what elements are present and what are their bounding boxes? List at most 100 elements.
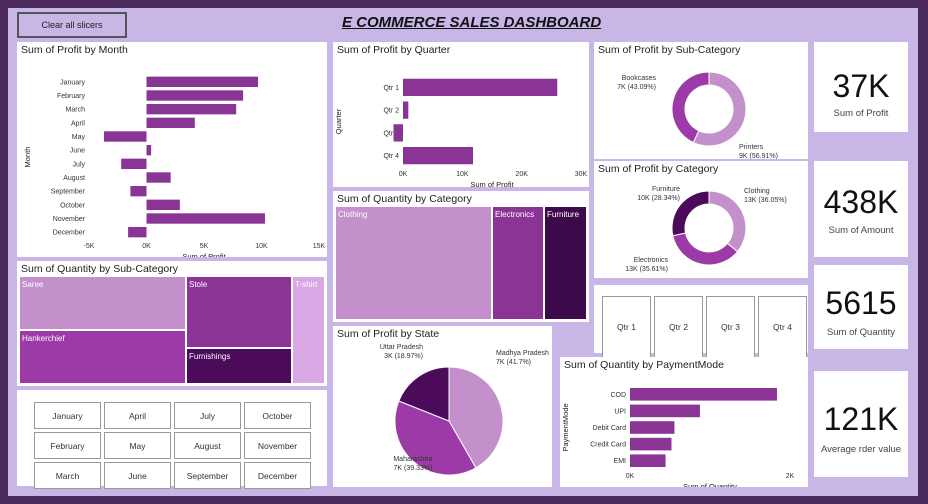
quantity-by-paymentmode-chart[interactable]: 0K 2K COD UPI Debit Card Credit Card EMI Sum of… [560, 372, 808, 487]
kpi-aov-label: Average rder value [820, 444, 902, 455]
profit-by-quarter-chart[interactable]: 0K 10K 20K 30KQtr 1Qtr 2Qtr 3Qtr 4Sum of Pr… [333, 57, 589, 187]
profit-by-state-title: Sum of Profit by State [337, 328, 440, 340]
slicer-option-february[interactable]: February [34, 432, 101, 459]
bar[interactable] [403, 146, 474, 165]
profit-by-quarter-panel: Sum of Profit by Quarter 0K 10K 20K 30K Qtr … [333, 42, 589, 187]
category-label: June [70, 148, 85, 155]
profit-by-quarter-title: Sum of Profit by Quarter [337, 44, 451, 56]
bar[interactable] [403, 101, 409, 119]
bar[interactable] [146, 90, 244, 101]
bar[interactable] [630, 437, 672, 451]
slice-value-label: 7K (43.09%) [617, 84, 656, 91]
treemap-cell-tshirt[interactable]: T-shirt [292, 276, 325, 384]
slicer-option-april[interactable]: April [104, 402, 171, 429]
slicer-option-qtr-3[interactable]: Qtr 3 [706, 296, 755, 358]
bar[interactable] [128, 226, 147, 238]
x-axis-title: Sum of Profit [470, 180, 514, 187]
y-axis-title: Month [23, 147, 32, 168]
profit-by-subcategory-chart[interactable]: Bookcases 7K (43.09%) Printers 9K (56.91%) [594, 57, 808, 159]
slicer-option-january[interactable]: January [34, 402, 101, 429]
slicer-option-september[interactable]: September [174, 462, 241, 489]
pie-slice[interactable] [708, 190, 747, 253]
x-tick-label: 10K [255, 243, 268, 250]
slicer-option-may[interactable]: May [104, 432, 171, 459]
bar[interactable] [121, 158, 147, 170]
slice-category-label: Uttar Pradesh [380, 344, 423, 351]
slicer-option-march[interactable]: March [34, 462, 101, 489]
category-label: EMI [614, 458, 627, 465]
slicer-option-qtr-2[interactable]: Qtr 2 [654, 296, 703, 358]
treemap-cell-stole[interactable]: Stole [186, 276, 292, 348]
kpi-profit-value: 37K [832, 68, 890, 104]
profit-by-subcategory-panel: Sum of Profit by Sub-Category Bookcases 7… [594, 42, 808, 159]
category-label: October [60, 202, 86, 209]
profit-by-month-chart[interactable]: -5K 0K 5K 10K 15K January February March April Ma… [17, 57, 327, 257]
profit-by-category-chart[interactable]: Clothing 13K (36.05%) Electronics 13K (35.6… [594, 176, 808, 278]
bar[interactable] [630, 454, 666, 468]
kpi-amount-value: 438K [823, 184, 899, 220]
bar[interactable] [146, 172, 171, 183]
kpi-quantity-value: 5615 [825, 285, 897, 321]
slicer-option-november[interactable]: November [244, 432, 311, 459]
x-tick-label: 5K [200, 243, 209, 250]
bar[interactable] [630, 387, 777, 401]
slicer-option-december[interactable]: December [244, 462, 311, 489]
treemap-cell-furniture[interactable]: Furniture [544, 206, 587, 320]
bar[interactable] [146, 117, 195, 129]
quantity-by-category-panel: Sum of Quantity by Category Clothing Ele… [333, 191, 589, 322]
x-tick-label: 15K [313, 243, 326, 250]
treemap-cell-hankerchief[interactable]: Hankerchief [19, 330, 186, 384]
treemap-cell-clothing[interactable]: Clothing [335, 206, 492, 320]
x-tick-label: 30K [575, 171, 588, 178]
x-tick-label: 20K [515, 171, 528, 178]
slicer-option-october[interactable]: October [244, 402, 311, 429]
category-label: UPI [614, 408, 626, 415]
kpi-amount-card: 438K Sum of Amount [814, 161, 908, 257]
category-label: January [60, 79, 85, 86]
bar[interactable] [146, 213, 265, 224]
bar[interactable] [630, 404, 700, 418]
clear-slicers-button[interactable]: Clear all slicers [17, 12, 127, 38]
kpi-profit-card: 37K Sum of Profit [814, 42, 908, 132]
profit-by-state-chart[interactable]: Madhya Pradesh 7K (41.7%) Maharashtra 7K (3… [333, 341, 552, 487]
category-label: Debit Card [593, 425, 627, 432]
bar[interactable] [103, 131, 147, 142]
kpi-quantity-card: 5615 Sum of Quantity [814, 265, 908, 349]
category-label: August [63, 175, 85, 182]
category-label: Credit Card [590, 442, 626, 449]
slicer-option-august[interactable]: August [174, 432, 241, 459]
bar[interactable] [146, 144, 152, 156]
bar[interactable] [630, 421, 675, 434]
bar[interactable] [393, 124, 403, 142]
treemap-cell-electronics[interactable]: Electronics [492, 206, 544, 320]
treemap-cell-saree[interactable]: Saree [19, 276, 186, 330]
treemap-cell-furnishings[interactable]: Furnishings [186, 348, 292, 384]
category-label: April [71, 120, 85, 127]
bar[interactable] [146, 199, 180, 211]
slicer-option-qtr-4[interactable]: Qtr 4 [758, 296, 807, 358]
slice-value-label: 13K (36.05%) [744, 197, 787, 204]
profit-by-category-title: Sum of Profit by Category [598, 163, 719, 175]
category-label: Qtr 1 [383, 85, 399, 92]
bar[interactable] [146, 76, 259, 88]
category-label: May [72, 134, 86, 141]
profit-by-month-panel: Sum of Profit by Month -5K 0K 5K 10K 15K Janu… [17, 42, 327, 257]
bar[interactable] [130, 185, 147, 197]
x-tick-label: 2K [786, 473, 795, 480]
slice-value-label: 9K (56.91%) [739, 153, 778, 159]
x-tick-label: -5K [84, 243, 95, 250]
bar[interactable] [403, 78, 558, 97]
slice-value-label: 7K (39.33%) [394, 465, 433, 472]
slice-category-label: Clothing [744, 188, 770, 195]
slicer-option-qtr-1[interactable]: Qtr 1 [602, 296, 651, 358]
category-label: December [53, 230, 86, 237]
slicer-option-june[interactable]: June [104, 462, 171, 489]
pie-slice[interactable] [672, 232, 739, 266]
month-slicer-panel: January April July October February May August… [17, 390, 327, 489]
slicer-option-july[interactable]: July [174, 402, 241, 429]
slice-category-label: Printers [739, 144, 764, 151]
dashboard-canvas: Clear all slicers E COMMERCE SALES DASHB… [8, 8, 918, 496]
slice-value-label: 13K (35.61%) [625, 266, 668, 273]
category-label: November [53, 216, 86, 223]
bar[interactable] [146, 103, 237, 115]
